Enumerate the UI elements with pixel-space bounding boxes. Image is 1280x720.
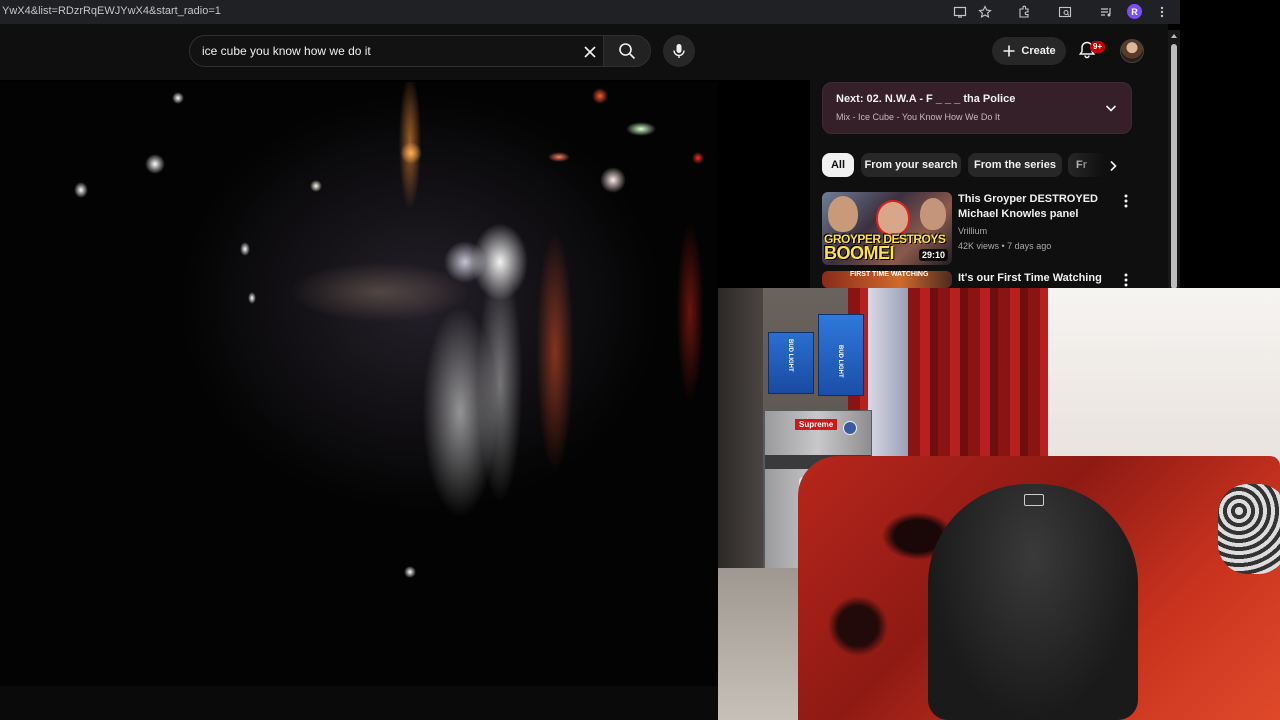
search-query-text: ice cube you know how we do it bbox=[202, 44, 371, 58]
light-flare bbox=[74, 182, 88, 198]
light-flare bbox=[310, 180, 322, 192]
plus-icon bbox=[1003, 45, 1015, 57]
playlist-subtitle: Mix - Ice Cube - You Know How We Do It bbox=[836, 112, 1000, 122]
bookmark-star-icon[interactable] bbox=[977, 4, 993, 20]
video-thumbnail[interactable]: GROYPER DESTROYS BOOMEI 29:10 bbox=[822, 192, 952, 265]
more-vert-icon[interactable] bbox=[1119, 192, 1133, 210]
video-bottom-bar bbox=[0, 686, 718, 720]
search-icon bbox=[619, 43, 636, 60]
microphone-icon bbox=[673, 44, 685, 58]
box-label: BUD LIGHT bbox=[837, 345, 843, 378]
cast-icon[interactable] bbox=[952, 4, 968, 20]
bright-wall bbox=[1048, 288, 1280, 468]
scrollbar-thumb[interactable] bbox=[1171, 44, 1177, 289]
patterned-pillow bbox=[1218, 484, 1280, 574]
hat-logo bbox=[1024, 494, 1044, 506]
tab-search-icon[interactable] bbox=[1057, 4, 1073, 20]
more-vert-icon[interactable] bbox=[1154, 4, 1170, 20]
media-control-icon[interactable] bbox=[1098, 4, 1114, 20]
address-bar-url[interactable]: YwX4&list=RDzrRqEWJYwX4&start_radio=1 bbox=[2, 5, 221, 17]
thumbnail-text: BOOMEI bbox=[824, 243, 895, 263]
light-flare bbox=[592, 88, 608, 104]
light-flare bbox=[404, 566, 416, 578]
light-flare bbox=[400, 142, 422, 164]
chip-all[interactable]: All bbox=[822, 153, 854, 177]
extensions-icon[interactable] bbox=[1016, 4, 1032, 20]
light-flare bbox=[145, 154, 165, 174]
light-flare bbox=[248, 292, 256, 304]
light-flare bbox=[172, 92, 184, 104]
create-button[interactable]: Create bbox=[992, 37, 1066, 65]
playlist-next-title: Next: 02. N.W.A - F _ _ _ tha Police bbox=[836, 93, 1016, 105]
fridge-sticker-logo bbox=[843, 421, 857, 435]
light-flare bbox=[600, 167, 626, 193]
search-input[interactable]: ice cube you know how we do it bbox=[189, 35, 604, 67]
beer-box: BUD LIGHT bbox=[768, 332, 814, 394]
thumbnail-face bbox=[828, 196, 858, 232]
video-thumbnail[interactable]: FIRST TIME WATCHING bbox=[822, 271, 952, 288]
video-player[interactable] bbox=[0, 82, 718, 686]
light-flare bbox=[692, 152, 704, 164]
profile-avatar[interactable]: R bbox=[1127, 4, 1142, 19]
webcam-overlay: BUD LIGHT BUD LIGHT Supreme bbox=[718, 288, 1280, 720]
notification-count-badge: 9+ bbox=[1090, 41, 1106, 53]
video-title[interactable]: This Groyper DESTROYED Michael Knowles p… bbox=[958, 192, 1118, 222]
light-flare bbox=[240, 242, 250, 256]
browser-toolbar: YwX4&list=RDzrRqEWJYwX4&start_radio=1 R bbox=[0, 0, 1180, 24]
duration-badge: 29:10 bbox=[918, 249, 948, 261]
thumbnail-face bbox=[876, 200, 910, 236]
scroll-up-arrow-icon[interactable] bbox=[1169, 31, 1179, 41]
person-hooded bbox=[928, 484, 1138, 720]
light-flare bbox=[548, 152, 570, 162]
thumbnail-face bbox=[920, 198, 946, 230]
thumbnail-text: FIRST TIME WATCHING bbox=[850, 271, 929, 278]
box-label: BUD LIGHT bbox=[787, 339, 793, 372]
close-icon bbox=[584, 46, 596, 58]
light-flare bbox=[626, 122, 656, 136]
chevron-down-icon[interactable] bbox=[1104, 101, 1118, 120]
account-avatar[interactable] bbox=[1120, 39, 1144, 63]
chip-from-your-search[interactable]: From your search bbox=[861, 153, 961, 177]
chip-from-the-series[interactable]: From the series bbox=[968, 153, 1062, 177]
chevron-right-icon[interactable] bbox=[1103, 156, 1123, 176]
more-vert-icon[interactable] bbox=[1119, 272, 1133, 288]
search-button[interactable] bbox=[603, 35, 651, 67]
beer-box: BUD LIGHT bbox=[818, 314, 864, 396]
voice-search-button[interactable] bbox=[663, 35, 695, 67]
create-label: Create bbox=[1021, 45, 1056, 57]
video-meta: 42K views • 7 days ago bbox=[958, 241, 1052, 251]
clear-search-button[interactable] bbox=[579, 41, 601, 63]
fridge-sticker: Supreme bbox=[795, 419, 838, 430]
playlist-panel[interactable]: Next: 02. N.W.A - F _ _ _ tha Police Mix… bbox=[822, 82, 1132, 134]
black-margin bbox=[1180, 0, 1280, 288]
video-title[interactable]: It's our First Time Watching bbox=[958, 271, 1118, 286]
channel-name[interactable]: Vrillium bbox=[958, 226, 987, 236]
